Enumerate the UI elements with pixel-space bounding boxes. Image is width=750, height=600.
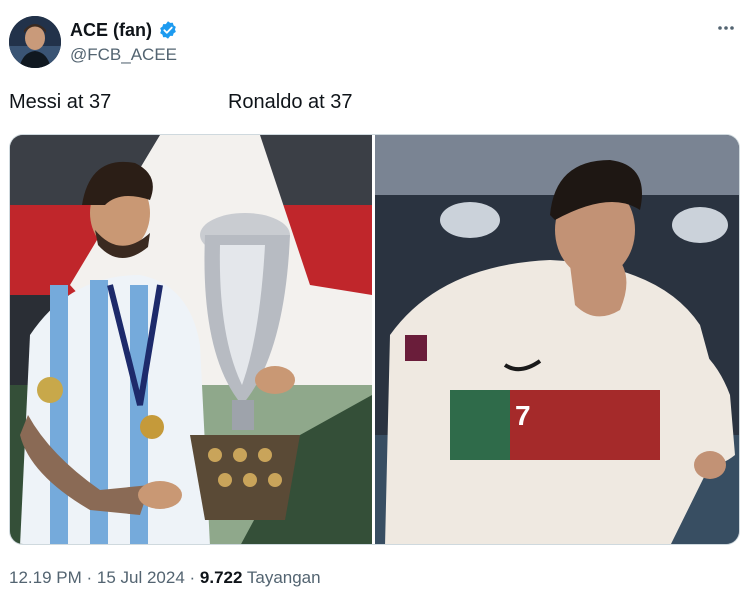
tweet-text: Messi at 37 Ronaldo at 37 bbox=[9, 91, 353, 113]
tweet-time[interactable]: 12.19 PM bbox=[9, 568, 82, 587]
profile-photo-icon bbox=[9, 16, 61, 68]
more-options-button[interactable] bbox=[716, 18, 736, 43]
meta-separator: · bbox=[81, 568, 97, 587]
player-lifting-trophy-photo[interactable] bbox=[10, 135, 372, 545]
more-dots-icon bbox=[718, 26, 734, 30]
author-display-name[interactable]: ACE (fan) bbox=[70, 20, 152, 40]
author-name-row: ACE (fan) bbox=[70, 20, 178, 40]
avatar[interactable] bbox=[9, 16, 61, 68]
views-count[interactable]: 9.722 bbox=[200, 568, 243, 587]
jersey-number: 7 bbox=[515, 400, 531, 431]
tweet-date[interactable]: 15 Jul 2024 bbox=[97, 568, 185, 587]
tweet-media[interactable]: 7 bbox=[9, 134, 740, 545]
meta-separator: · bbox=[184, 568, 200, 587]
player-covering-face-photo[interactable]: 7 bbox=[375, 135, 740, 545]
media-grid: 7 bbox=[10, 135, 740, 545]
verified-badge-icon bbox=[160, 21, 176, 39]
views-label[interactable]: Tayangan bbox=[247, 568, 321, 587]
author-handle[interactable]: @FCB_ACEE bbox=[70, 45, 177, 65]
tweet-meta: 12.19 PM · 15 Jul 2024 · 9.722 Tayangan bbox=[9, 568, 321, 588]
